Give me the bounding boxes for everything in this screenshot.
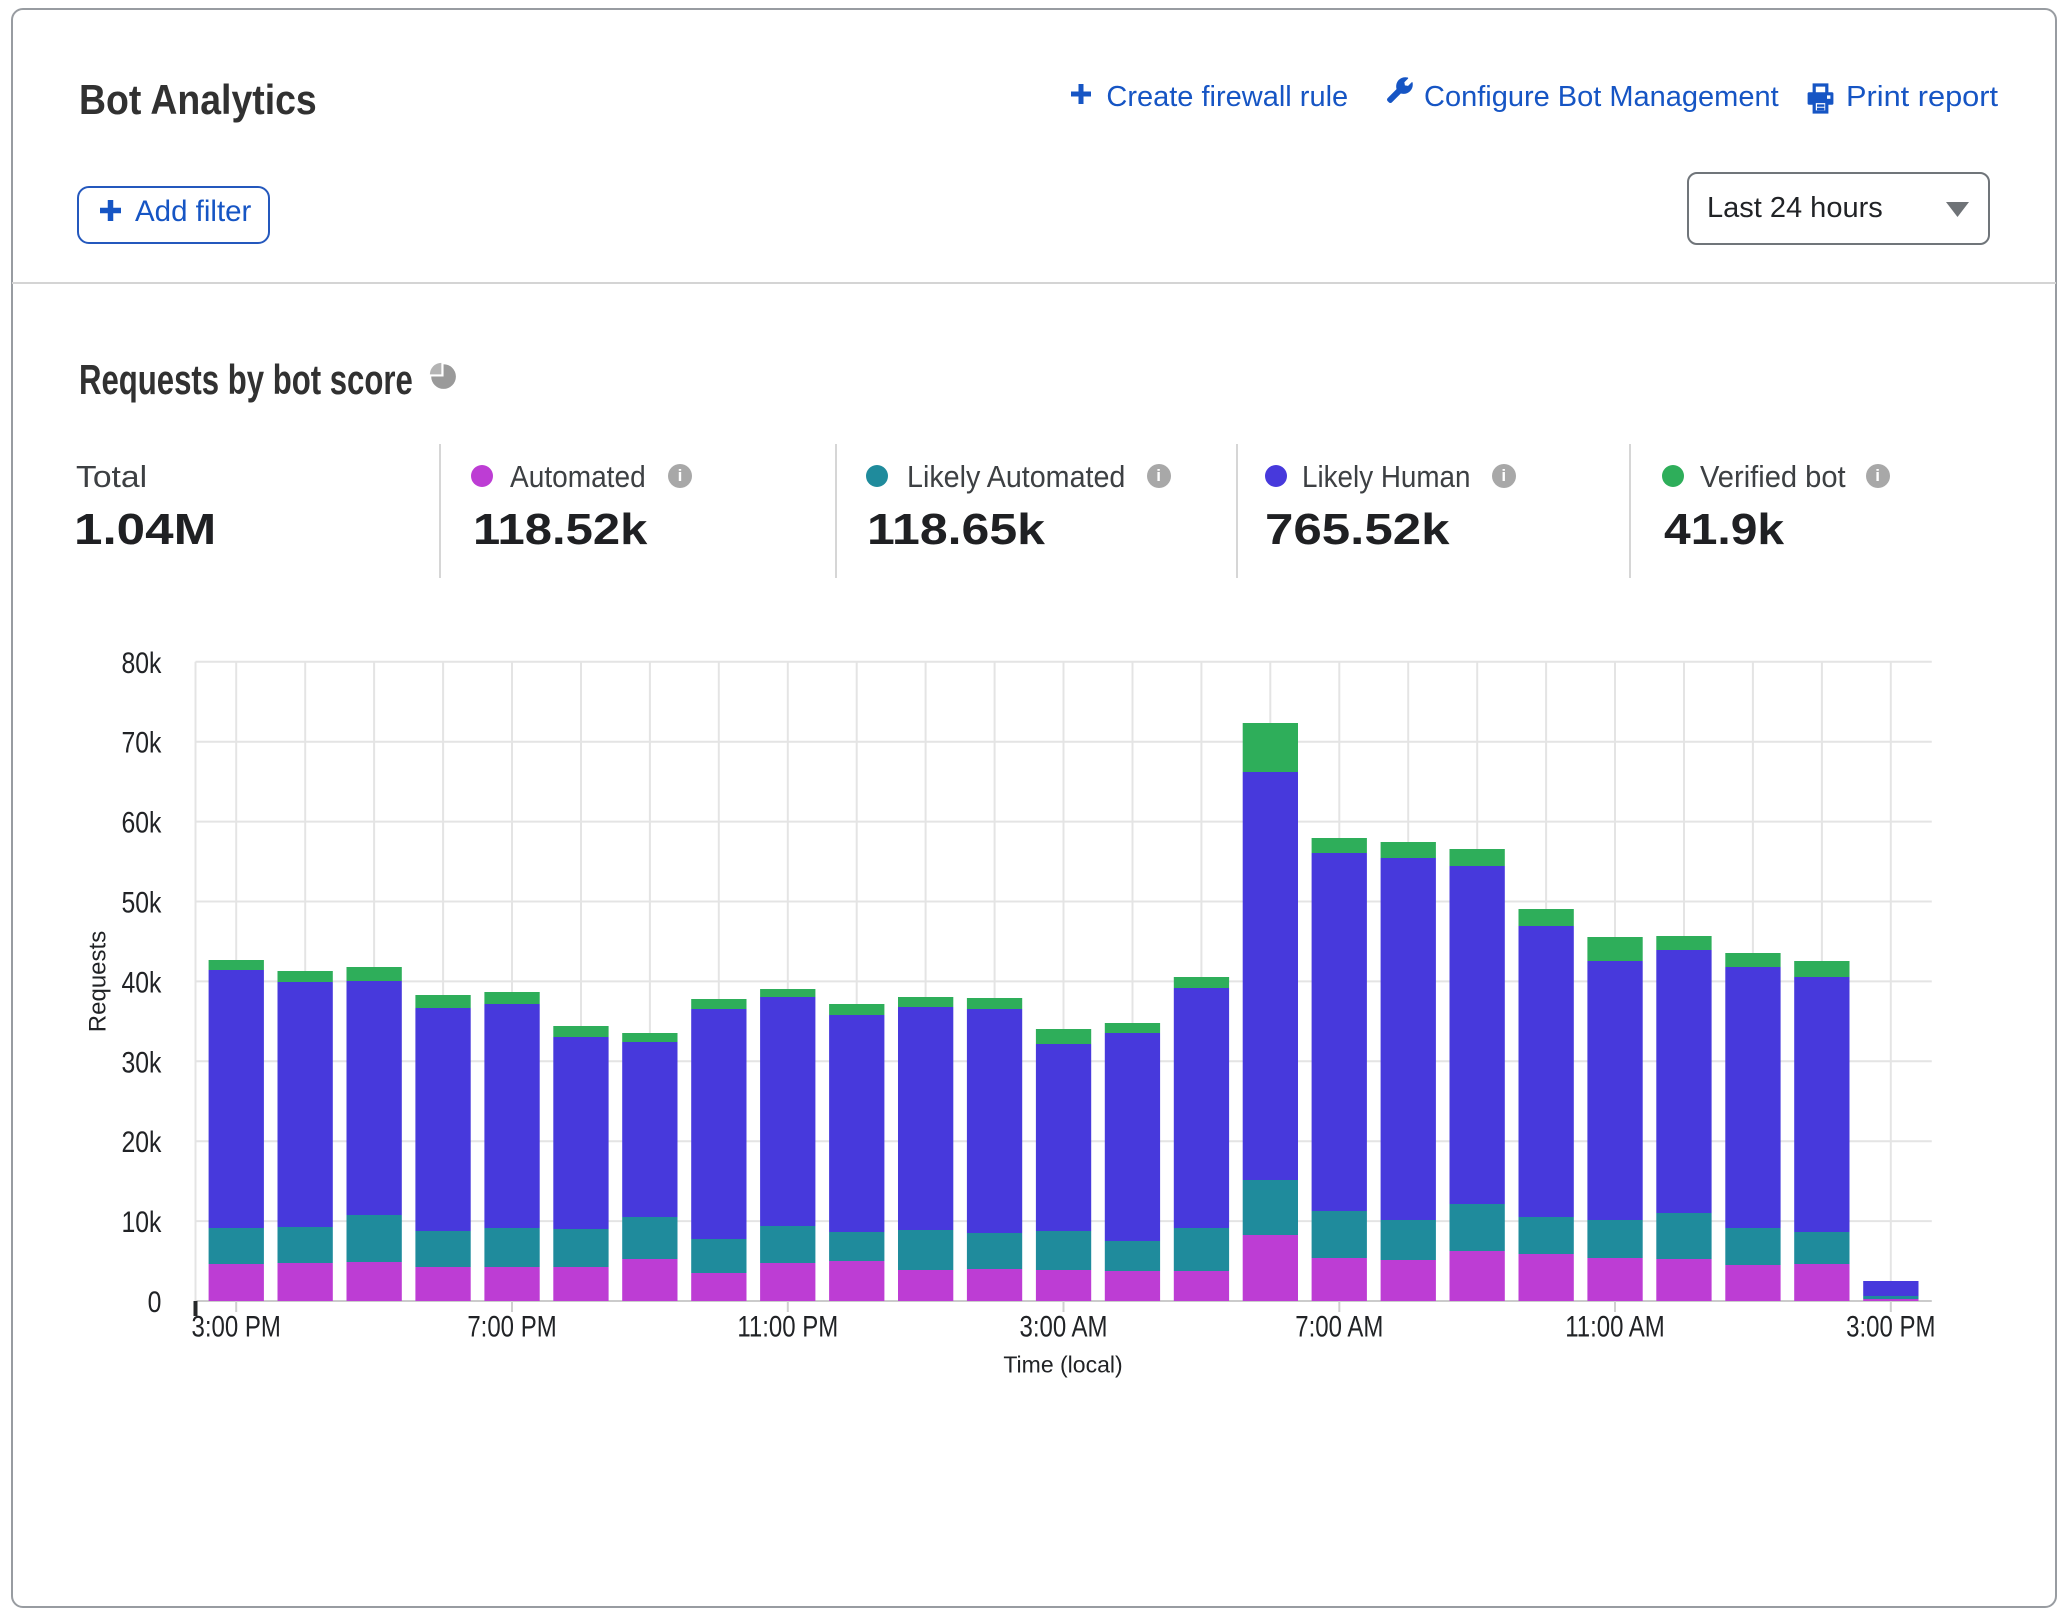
svg-text:7:00 AM: 7:00 AM — [1295, 1309, 1383, 1343]
svg-text:3:00 PM: 3:00 PM — [1846, 1309, 1935, 1343]
svg-text:40k: 40k — [121, 965, 161, 999]
svg-text:3:00 AM: 3:00 AM — [1019, 1309, 1107, 1343]
svg-text:20k: 20k — [121, 1125, 161, 1159]
svg-text:11:00 PM: 11:00 PM — [737, 1309, 838, 1343]
svg-text:80k: 80k — [121, 646, 161, 680]
svg-text:Time (local): Time (local) — [1003, 1352, 1122, 1378]
svg-text:30k: 30k — [121, 1045, 161, 1079]
svg-text:50k: 50k — [121, 885, 161, 919]
svg-text:11:00 AM: 11:00 AM — [1565, 1309, 1665, 1343]
svg-text:7:00 PM: 7:00 PM — [467, 1309, 556, 1343]
svg-text:0: 0 — [148, 1285, 162, 1319]
svg-text:Requests: Requests — [85, 931, 112, 1032]
svg-text:60k: 60k — [121, 805, 161, 839]
svg-text:3:00 PM: 3:00 PM — [192, 1309, 281, 1343]
svg-text:10k: 10k — [121, 1205, 161, 1239]
svg-text:70k: 70k — [121, 725, 161, 759]
